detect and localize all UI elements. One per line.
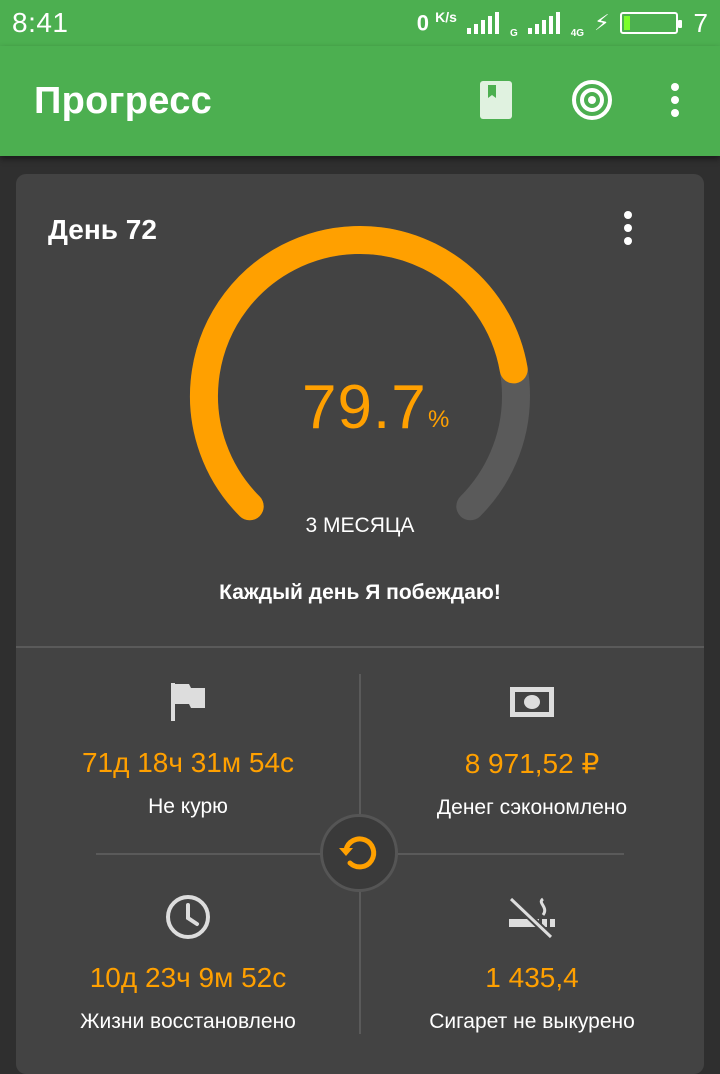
sim1-tag: G <box>509 27 518 39</box>
reset-button[interactable] <box>320 814 398 892</box>
stat-value: 1 435,4 <box>485 962 579 993</box>
stat-not-smoking: 71д 18ч 31м 54с Не курю <box>16 679 360 819</box>
app-bar: Прогресс <box>0 46 720 156</box>
signal-2-icon <box>527 12 560 34</box>
period-label: 3 МЕСЯЦА <box>305 514 415 537</box>
clock-icon <box>16 894 360 940</box>
percent-sign: % <box>428 406 450 433</box>
refresh-icon <box>339 836 377 870</box>
motto-text: Каждый день Я побеждаю! <box>219 581 501 604</box>
stat-value: 8 971,52 ₽ <box>464 748 600 779</box>
stat-value: 10д 23ч 9м 52с <box>89 962 287 993</box>
stat-label: Жизни восстановлено <box>80 1010 296 1033</box>
network-speed-unit: K/s <box>435 9 457 26</box>
page-title: Прогресс <box>34 80 213 122</box>
charging-icon: ⚡ <box>594 10 610 35</box>
battery-icon <box>619 12 682 34</box>
progress-percent: 79.7 <box>302 373 427 442</box>
no-smoking-icon <box>360 894 704 940</box>
status-time: 8:41 <box>12 7 69 38</box>
network-speed: 0 K/s <box>417 9 457 36</box>
stat-life-restored: 10д 23ч 9м 52с Жизни восстановлено <box>16 894 360 1034</box>
stat-value: 71д 18ч 31м 54с <box>81 747 295 778</box>
flag-icon <box>16 679 360 725</box>
book-icon[interactable] <box>478 78 514 122</box>
stat-cigs-not-smoked: 1 435,4 Сигарет не выкурено <box>360 894 704 1034</box>
progress-card: День 72 79.7 % 3 МЕСЯЦА Каждый день Я по… <box>16 174 704 1074</box>
stat-label: Не курю <box>148 795 228 818</box>
stat-money-saved: 8 971,52 ₽ Денег сэкономлено <box>360 679 704 820</box>
sim2-tag: 4G <box>570 27 585 39</box>
signal-1-icon <box>466 12 499 34</box>
network-speed-value: 0 <box>416 10 430 36</box>
target-icon[interactable] <box>570 78 614 122</box>
stat-label: Сигарет не выкурено <box>429 1010 635 1033</box>
status-bar: 8:41 0 K/s G 4G ⚡ 7 <box>0 0 720 46</box>
status-indicators: 0 K/s G 4G ⚡ 7 <box>417 8 708 39</box>
battery-level: 7 <box>693 7 708 38</box>
divider <box>16 646 704 648</box>
stat-label: Денег сэкономлено <box>436 796 628 819</box>
more-vert-icon[interactable] <box>662 78 688 122</box>
money-icon <box>360 679 704 725</box>
